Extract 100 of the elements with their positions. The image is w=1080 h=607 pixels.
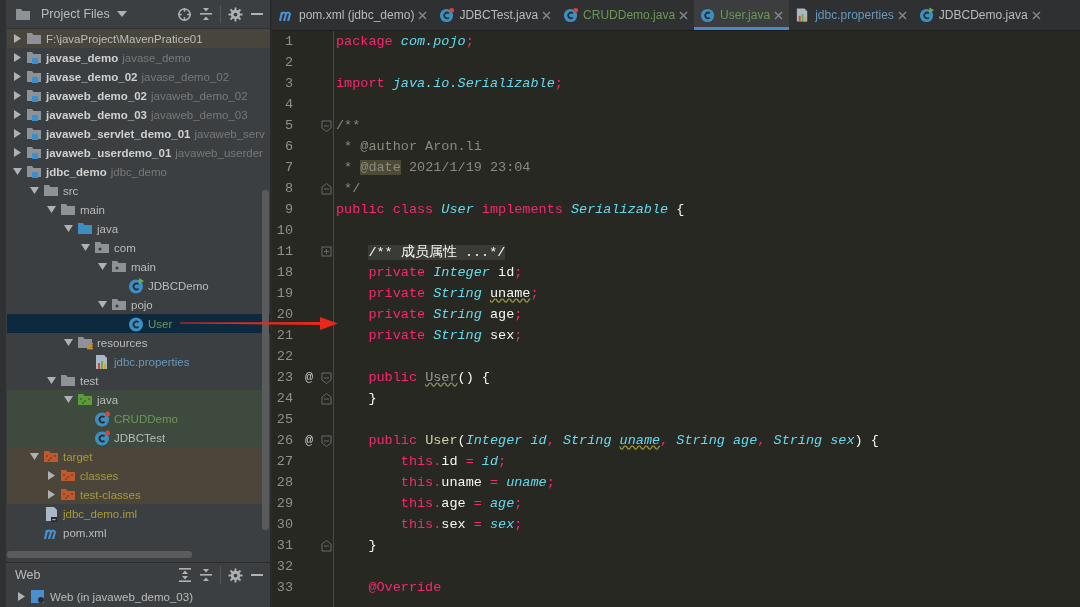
caret-icon[interactable] <box>13 53 22 62</box>
caret-icon[interactable] <box>30 186 39 195</box>
expand-all-icon[interactable] <box>178 568 192 582</box>
line-number: 32 <box>275 559 293 574</box>
panel-title[interactable]: Project Files <box>41 7 110 21</box>
caret-icon[interactable] <box>13 167 22 176</box>
folder-icon <box>77 335 94 350</box>
tree-item[interactable]: javaweb_demo_03 javaweb_demo_03 <box>7 105 270 124</box>
caret-icon[interactable] <box>13 34 22 43</box>
tree-item[interactable]: jdbc.properties <box>7 352 270 371</box>
editor-tab[interactable]: JDBCDemo.java <box>912 0 1047 30</box>
locate-icon[interactable] <box>177 6 192 22</box>
tree-item[interactable]: resources <box>7 333 270 352</box>
item-label: javase_demo_02 <box>46 70 138 83</box>
editor-tab[interactable]: pom.xml (jdbc_demo) <box>272 0 434 30</box>
caret-icon[interactable] <box>64 395 73 404</box>
line-number: 9 <box>283 202 293 217</box>
caret-icon[interactable] <box>64 224 73 233</box>
tree-item[interactable]: src <box>7 181 270 200</box>
line-number: 24 <box>275 391 293 406</box>
tree-item[interactable]: test <box>7 371 270 390</box>
class-icon <box>94 410 111 427</box>
caret-icon[interactable] <box>30 452 39 461</box>
tab-label: jdbc.properties <box>815 8 894 22</box>
override-marker[interactable]: @ <box>304 433 313 448</box>
collapse-all-icon[interactable] <box>199 7 213 21</box>
dropdown-icon[interactable] <box>116 11 127 17</box>
item-label: JDBCTest <box>114 431 166 444</box>
item-label: javaweb_servlet_demo_01 <box>46 127 191 140</box>
tree-item[interactable]: JDBCTest <box>7 428 270 447</box>
folder-icon <box>60 468 77 483</box>
module-folder-icon <box>26 164 43 179</box>
fold-icon[interactable] <box>321 245 332 258</box>
module-name: javaweb_serv <box>194 127 265 140</box>
close-icon[interactable] <box>897 10 907 20</box>
tree-item[interactable]: javase_demo_02 javase_demo_02 <box>7 67 270 86</box>
item-label: src <box>63 184 79 197</box>
caret-icon[interactable] <box>81 243 90 252</box>
editor-tab[interactable]: User.java <box>694 0 790 30</box>
caret-icon[interactable] <box>17 592 26 601</box>
tree-item[interactable]: F:\javaProject\MavenPratice01 <box>7 29 270 48</box>
code-line: import java.io.Serializable; <box>336 76 563 91</box>
tree-item[interactable]: classes <box>7 466 270 485</box>
caret-icon[interactable] <box>64 338 73 347</box>
tree-item[interactable]: main <box>7 200 270 219</box>
collapse-all-icon[interactable] <box>199 568 213 582</box>
tree-item[interactable]: target <box>7 447 270 466</box>
line-number: 31 <box>275 538 293 553</box>
tree-item[interactable]: java <box>7 219 270 238</box>
tree-item[interactable]: jdbc_demo jdbc_demo <box>7 162 270 181</box>
close-icon[interactable] <box>774 10 784 20</box>
tree-item[interactable]: javaweb_servlet_demo_01 javaweb_serv <box>7 124 270 143</box>
caret-icon[interactable] <box>47 205 56 214</box>
tree-item[interactable]: test-classes <box>7 485 270 504</box>
tree-item[interactable]: com <box>7 238 270 257</box>
class-icon <box>563 7 580 23</box>
line-number: 18 <box>275 265 293 280</box>
tree-item[interactable]: javaweb_demo_02 javaweb_demo_02 <box>7 86 270 105</box>
caret-icon[interactable] <box>98 262 107 271</box>
close-icon[interactable] <box>418 10 428 20</box>
caret-icon[interactable] <box>13 129 22 138</box>
settings-icon[interactable] <box>228 567 243 583</box>
caret-icon[interactable] <box>13 148 22 157</box>
editor-tab[interactable]: jdbc.properties <box>789 0 913 30</box>
tree-item[interactable]: javase_demo javase_demo <box>7 48 270 67</box>
folder-icon <box>43 183 60 198</box>
code-line: private String uname; <box>367 286 539 301</box>
item-label: F:\javaProject\MavenPratice01 <box>46 32 203 45</box>
tree-item[interactable]: Web (in javaweb_demo_03) <box>7 587 270 606</box>
scrollbar[interactable] <box>262 190 269 530</box>
tree-item[interactable]: jdbc_demo.iml <box>7 504 270 523</box>
tree-item[interactable]: javaweb_userdemo_01 javaweb_userder <box>7 143 270 162</box>
editor-tab[interactable]: CRUDDemo.java <box>557 0 695 30</box>
module-folder-icon <box>26 107 43 122</box>
settings-icon[interactable] <box>228 6 243 22</box>
caret-icon[interactable] <box>13 91 22 100</box>
tree-item[interactable]: User <box>7 314 270 333</box>
tree-item[interactable]: JDBCDemo <box>7 276 270 295</box>
line-number: 28 <box>275 475 293 490</box>
scrollbar[interactable] <box>7 551 192 558</box>
close-icon[interactable] <box>542 10 552 20</box>
tree-item[interactable]: java <box>7 390 270 409</box>
caret-icon[interactable] <box>13 110 22 119</box>
item-label: pojo <box>131 298 153 311</box>
module-name: javaweb_demo_02 <box>151 89 248 102</box>
caret-icon[interactable] <box>47 376 56 385</box>
code-line: public User(Integer id, String uname, String age, String sex) { <box>367 433 879 448</box>
tree-item[interactable]: pojo <box>7 295 270 314</box>
caret-icon[interactable] <box>47 471 56 480</box>
caret-icon[interactable] <box>47 490 56 499</box>
tree-item[interactable]: pom.xml <box>7 523 270 542</box>
class-icon <box>439 7 456 23</box>
folder-icon <box>60 487 77 502</box>
tree-item[interactable]: main <box>7 257 270 276</box>
close-icon[interactable] <box>679 10 689 20</box>
caret-icon[interactable] <box>13 72 22 81</box>
editor-tab[interactable]: JDBCTest.java <box>433 0 558 30</box>
override-marker[interactable]: @ <box>304 370 313 385</box>
close-icon[interactable] <box>1031 10 1041 20</box>
caret-icon[interactable] <box>98 300 107 309</box>
